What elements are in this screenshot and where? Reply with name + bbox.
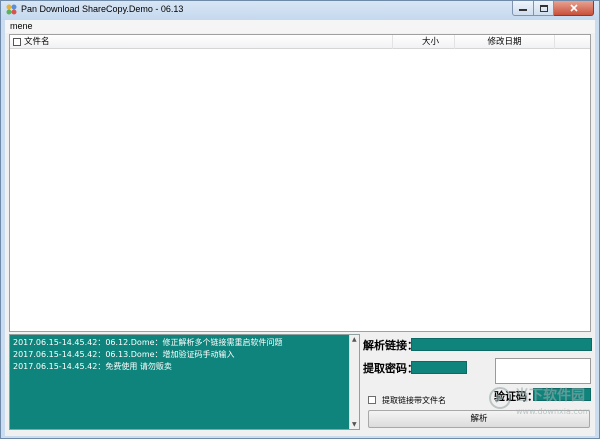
file-list-header: 文件名 大小 修改日期	[10, 35, 590, 49]
title-bar[interactable]: Pan Download ShareCopy.Demo - 06.13	[1, 1, 599, 20]
file-list[interactable]: 文件名 大小 修改日期	[9, 34, 591, 332]
scroll-up-icon[interactable]: ▲	[352, 336, 357, 343]
close-icon	[569, 4, 578, 12]
link-input[interactable]	[411, 338, 592, 351]
watermark-title: 当下软件园	[515, 388, 585, 404]
log-line: 2017.06.15-14.45.42：免费使用 请勿贩卖	[13, 362, 172, 371]
column-header-name[interactable]: 文件名	[10, 35, 393, 49]
column-header-date[interactable]: 修改日期	[455, 35, 555, 49]
watermark-url: www.downxia.com	[516, 407, 591, 416]
log-line: 2017.06.15-14.45.42：06.13.Dome：增加验证码手动输入	[13, 350, 235, 359]
menu-bar: mene	[5, 20, 595, 33]
maximize-button[interactable]	[534, 1, 554, 16]
menu-item-mene[interactable]: mene	[10, 21, 33, 31]
app-icon	[6, 4, 17, 15]
log-scrollbar[interactable]: ▲ ▼	[349, 335, 359, 429]
password-input[interactable]	[411, 361, 467, 374]
close-button[interactable]	[554, 1, 594, 16]
maximize-icon	[539, 4, 548, 12]
scroll-down-icon[interactable]: ▼	[352, 421, 357, 428]
log-line: 2017.06.15-14.45.42：06.12.Dome：修正解析多个链接需…	[13, 338, 283, 347]
password-label: 提取密码：	[363, 362, 418, 375]
filename-checkbox[interactable]	[368, 396, 376, 404]
link-label: 解析链接：	[363, 339, 418, 352]
captcha-image	[495, 358, 591, 384]
minimize-button[interactable]	[512, 1, 534, 16]
watermark-logo-icon	[489, 387, 511, 409]
window-title: Pan Download ShareCopy.Demo - 06.13	[21, 4, 184, 14]
app-window: Pan Download ShareCopy.Demo - 06.13 mene…	[0, 0, 600, 439]
minimize-icon	[519, 9, 527, 11]
client-area: mene 文件名 大小 修改日期 2017.06.15-14.45.42：06.…	[5, 20, 595, 436]
watermark: 当下软件园 www.downxia.com	[489, 385, 595, 425]
log-panel[interactable]: 2017.06.15-14.45.42：06.12.Dome：修正解析多个链接需…	[9, 334, 360, 430]
filename-checkbox-label: 提取链接带文件名	[382, 396, 446, 405]
window-controls	[512, 1, 594, 16]
column-header-size[interactable]: 大小	[393, 35, 455, 49]
